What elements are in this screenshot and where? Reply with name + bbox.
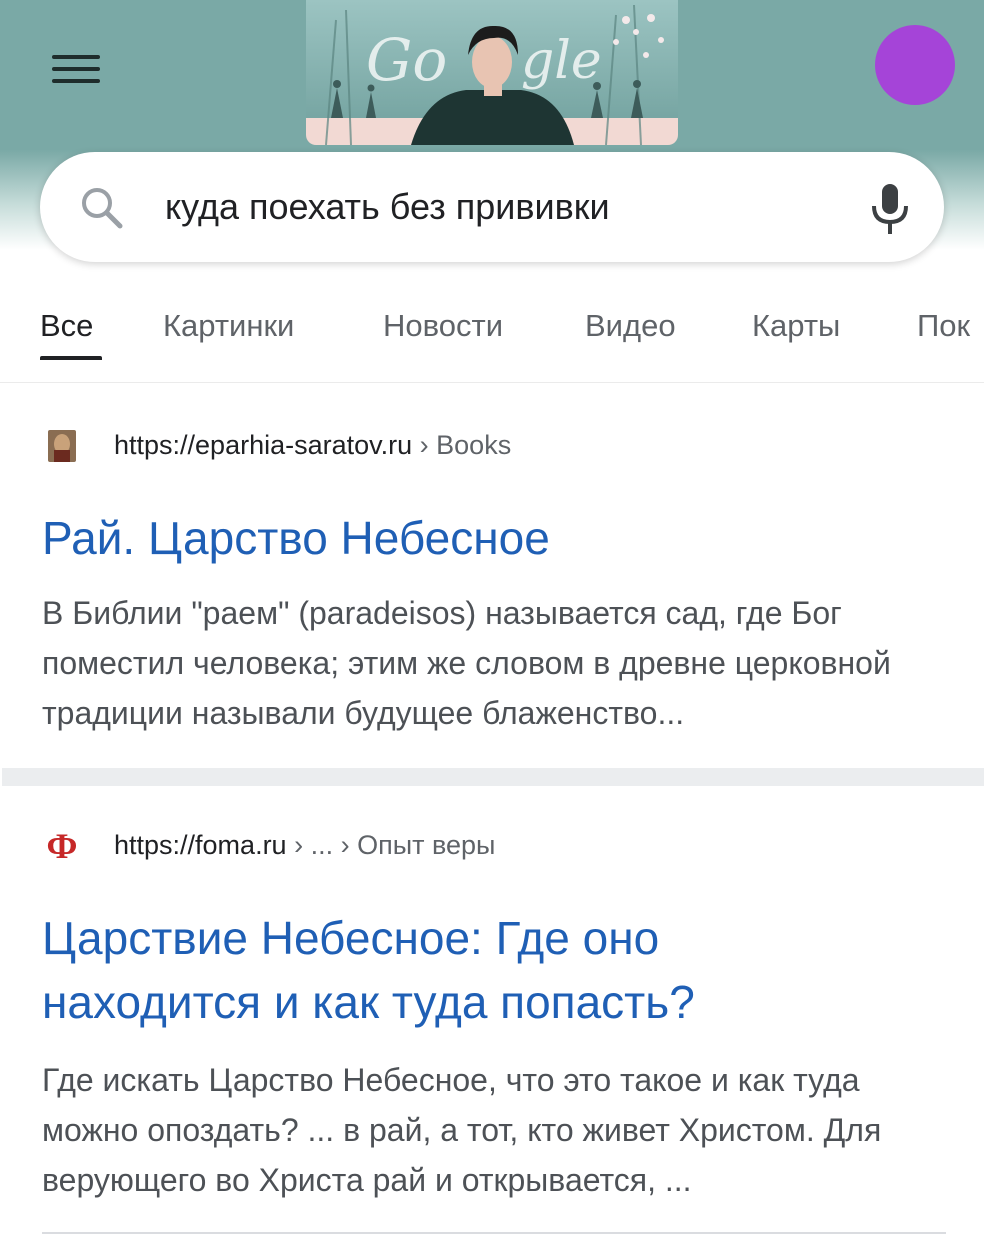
result-title-link[interactable]: Царствие Небесное: Где оно находится и к… xyxy=(42,906,802,1034)
result-divider xyxy=(2,768,984,786)
tab-all[interactable]: Все xyxy=(40,308,93,344)
svg-text:Go: Go xyxy=(366,26,447,94)
site-favicon-icon xyxy=(48,430,76,462)
result-url-host: https://eparhia-saratov.ru xyxy=(114,430,413,460)
tab-maps[interactable]: Карты xyxy=(752,308,840,344)
result-url[interactable]: https://foma.ru › ... › Опыт веры xyxy=(114,830,495,861)
result-url-host: https://foma.ru xyxy=(114,830,287,860)
result-title-link[interactable]: Рай. Царство Небесное xyxy=(42,506,952,570)
google-doodle-logo[interactable]: Go gle xyxy=(306,0,678,145)
hamburger-menu-icon[interactable] xyxy=(52,55,100,85)
account-avatar[interactable] xyxy=(875,25,955,105)
tab-videos[interactable]: Видео xyxy=(585,308,676,344)
search-icon[interactable] xyxy=(76,182,126,232)
result-snippet: В Библии "раем" (paradeisos) называется … xyxy=(42,595,891,731)
search-box[interactable] xyxy=(40,152,944,262)
search-input[interactable] xyxy=(165,180,805,234)
foma-favicon-icon: Ф xyxy=(46,826,78,866)
result-bottom-divider xyxy=(42,1232,946,1234)
result-url[interactable]: https://eparhia-saratov.ru › Books xyxy=(114,430,511,461)
microphone-icon[interactable] xyxy=(868,182,912,236)
tab-images[interactable]: Картинки xyxy=(163,308,294,344)
result-snippet: Где искать Царство Небесное, что это так… xyxy=(42,1062,882,1198)
active-tab-indicator xyxy=(40,356,102,360)
search-tabs: Все Картинки Новости Видео Карты Пок xyxy=(0,300,984,383)
svg-text:gle: gle xyxy=(521,31,602,91)
result-url-path: › ... › Опыт веры xyxy=(286,830,496,860)
tab-more[interactable]: Пок xyxy=(917,308,970,344)
tab-news[interactable]: Новости xyxy=(383,308,503,344)
result-url-path: › Books xyxy=(412,430,512,460)
